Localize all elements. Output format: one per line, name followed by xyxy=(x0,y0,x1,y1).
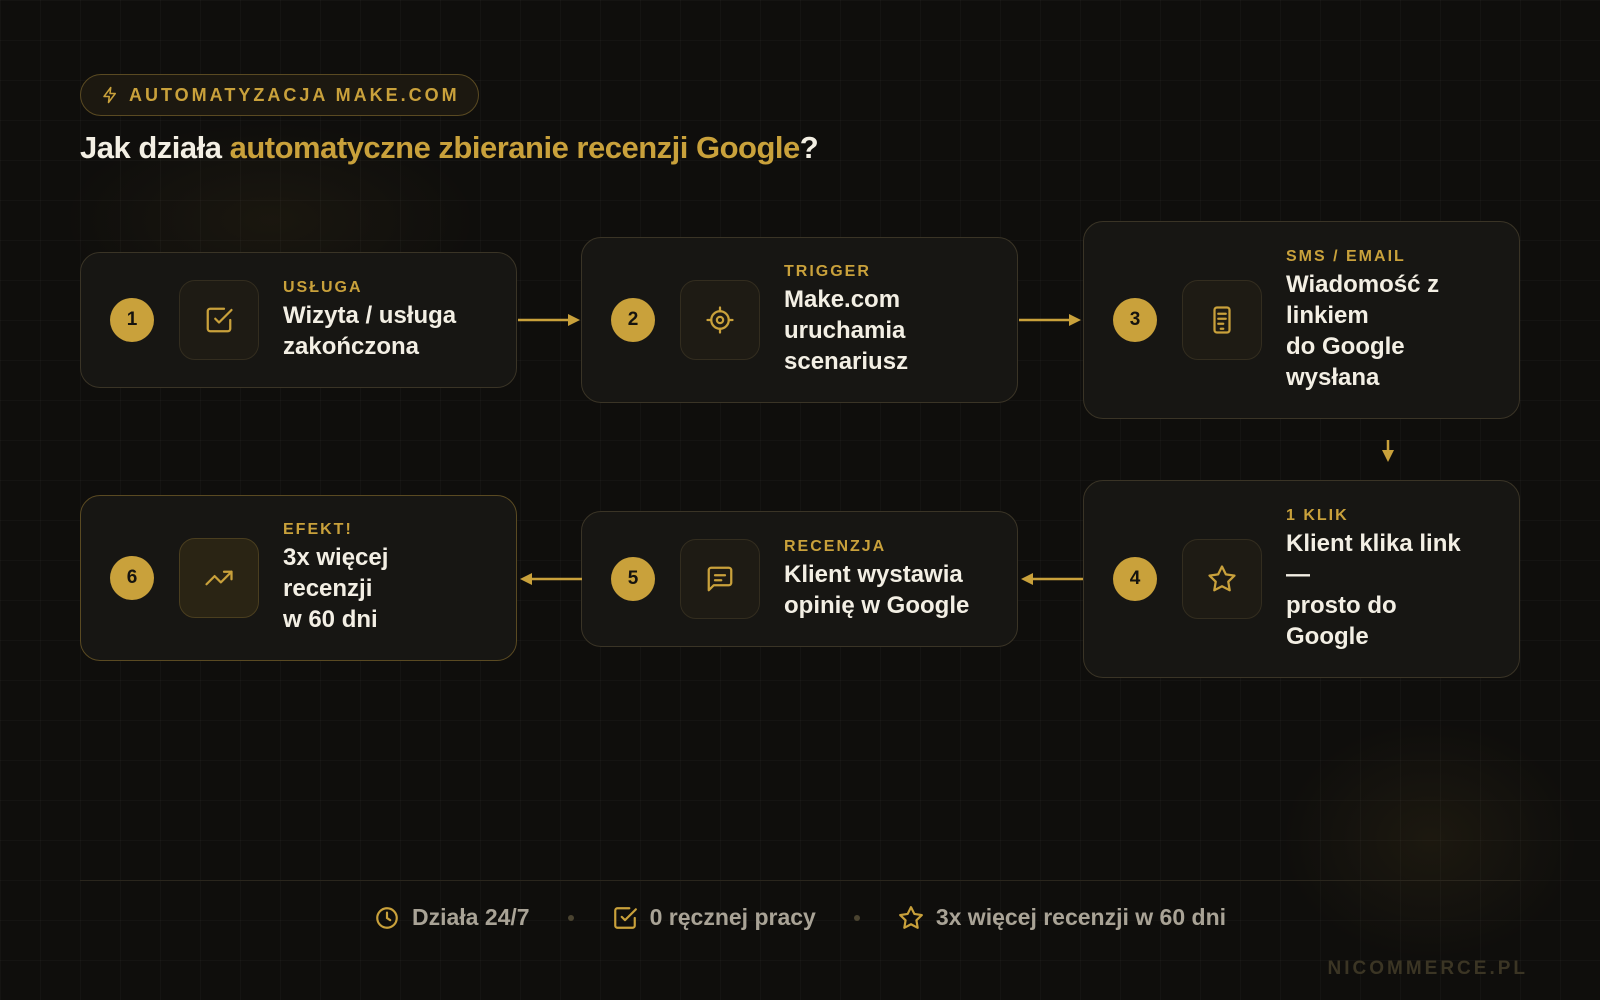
separator-dot xyxy=(567,914,574,921)
badge-text: AUTOMATYZACJA MAKE.COM xyxy=(129,84,460,105)
step-label: RECENZJA xyxy=(784,537,887,555)
step-text: EFEKT! 3x więcej recenzji w 60 dni xyxy=(283,521,496,635)
step-description: 3x więcej recenzji w 60 dni xyxy=(283,544,389,633)
step-label: USŁUGA xyxy=(283,278,363,296)
arrow-right-1-2 xyxy=(518,314,580,326)
step-label: 1 KLIK xyxy=(1286,506,1349,524)
title-highlight: automatyczne zbieranie recenzji Google xyxy=(229,130,801,165)
footer-item: 0 ręcznej pracy xyxy=(612,904,816,931)
footer-item-text: 3x więcej recenzji w 60 dni xyxy=(935,904,1227,930)
step-card-1: 1 USŁUGA Wizyta / usługa zakończona xyxy=(80,252,517,388)
phone-icon xyxy=(1182,280,1262,360)
arrow-right-2-3 xyxy=(1019,314,1081,326)
arrow-down-3-4 xyxy=(1382,440,1394,462)
step-text: 1 KLIK Klient klika link — prosto do Goo… xyxy=(1286,507,1499,652)
target-icon xyxy=(680,280,760,360)
step-number: 1 xyxy=(110,298,154,342)
title-suffix: ? xyxy=(799,130,819,165)
step-text: RECENZJA Klient wystawia opinię w Google xyxy=(784,538,997,621)
trending-up-icon xyxy=(179,538,259,618)
step-description: Klient klika link — prosto do Google xyxy=(1286,529,1461,650)
star-icon xyxy=(1182,539,1262,619)
step-number: 4 xyxy=(1113,557,1157,601)
step-card-5: 5 RECENZJA Klient wystawia opinię w Goog… xyxy=(581,511,1018,647)
step-number: 2 xyxy=(611,298,655,342)
step-description: Make.com uruchamia scenariusz xyxy=(784,286,909,375)
page-title: Jak działa automatyczne zbieranie recenz… xyxy=(80,130,819,166)
clock-icon xyxy=(376,906,398,929)
star-icon xyxy=(898,905,923,929)
message-icon xyxy=(680,539,760,619)
check-square-icon xyxy=(613,906,637,929)
arrow-left-4-5 xyxy=(1021,573,1083,585)
step-number: 6 xyxy=(110,556,154,600)
separator-dot xyxy=(853,914,860,921)
step-number: 5 xyxy=(611,557,655,601)
step-description: Wizyta / usługa zakończona xyxy=(283,301,457,360)
arrow-left-5-6 xyxy=(520,573,582,585)
title-prefix: Jak działa xyxy=(80,130,230,165)
step-description: Wiadomość z linkiem do Google wysłana xyxy=(1286,270,1440,391)
footer-features: Działa 24/7 0 ręcznej pracy 3x więcej re… xyxy=(0,904,1600,931)
footer-item: 3x więcej recenzji w 60 dni xyxy=(898,904,1226,931)
step-text: SMS / EMAIL Wiadomość z linkiem do Googl… xyxy=(1286,248,1499,393)
step-card-6: 6 EFEKT! 3x więcej recenzji w 60 dni xyxy=(80,495,517,661)
check-square-icon xyxy=(179,280,259,360)
lightning-icon xyxy=(103,86,116,104)
step-label: TRIGGER xyxy=(784,263,871,280)
step-description: Klient wystawia opinię w Google xyxy=(784,560,970,619)
step-label: EFEKT! xyxy=(283,521,353,538)
footer-item-text: 0 ręcznej pracy xyxy=(649,904,816,930)
step-text: TRIGGER Make.com uruchamia scenariusz xyxy=(784,263,997,377)
step-text: USŁUGA Wizyta / usługa zakończona xyxy=(283,279,496,362)
footer-divider xyxy=(80,880,1520,881)
step-number: 3 xyxy=(1113,298,1157,342)
step-card-2: 2 TRIGGER Make.com uruchamia scenariusz xyxy=(581,237,1018,403)
step-card-4: 4 1 KLIK Klient klika link — prosto do G… xyxy=(1083,480,1520,678)
footer-item-text: Działa 24/7 xyxy=(411,904,530,930)
step-card-3: 3 SMS / EMAIL Wiadomość z linkiem do Goo… xyxy=(1083,221,1520,419)
brand-watermark: NICOMMERCE.PL xyxy=(1327,958,1528,979)
category-badge: AUTOMATYZACJA MAKE.COM xyxy=(80,74,479,116)
footer-item: Działa 24/7 xyxy=(374,904,530,931)
step-label: SMS / EMAIL xyxy=(1286,247,1406,265)
